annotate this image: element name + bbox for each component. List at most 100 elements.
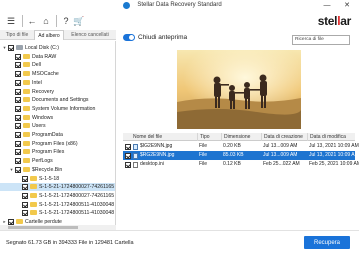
col-size[interactable]: Dimensione: [221, 133, 261, 141]
folder-icon: [30, 192, 37, 198]
tab-file-type[interactable]: Tipo di file: [0, 30, 34, 40]
tree-item[interactable]: Program Files: [0, 148, 115, 156]
tree-item[interactable]: System Volume Information: [0, 105, 115, 113]
minimize-button[interactable]: —: [320, 0, 334, 12]
help-icon[interactable]: ?: [60, 15, 72, 27]
tab-tree-view[interactable]: Ad albero: [34, 30, 64, 40]
back-icon[interactable]: ←: [26, 15, 38, 27]
file-name: desktop.ini: [140, 161, 164, 167]
collapse-arrow-icon[interactable]: ▾: [9, 166, 14, 174]
tree-item-checkbox[interactable]: [22, 210, 28, 217]
file-search-input[interactable]: Ricerca di file: [292, 35, 350, 45]
collapse-arrow-icon[interactable]: ▾: [2, 44, 7, 52]
col-created[interactable]: Data di creazione: [261, 133, 307, 141]
file-row-checkbox[interactable]: [125, 152, 131, 159]
cart-icon[interactable]: 🛒: [73, 15, 85, 27]
tree-item-checkbox[interactable]: [8, 45, 14, 51]
col-type[interactable]: Tipo: [197, 133, 221, 141]
file-name: $RG2E9NN.jpg: [140, 152, 175, 158]
toolbar-divider: [56, 15, 57, 27]
tree-item[interactable]: S-1-5-21-1724800027-74261165: [0, 192, 115, 200]
file-row-checkbox[interactable]: [125, 143, 131, 150]
preview-toggle[interactable]: [123, 34, 135, 41]
tree-item[interactable]: S-1-5-21-1724800027-74261165: [0, 183, 115, 192]
folder-icon: [30, 175, 37, 181]
tree-item[interactable]: Documents and Settings: [0, 96, 115, 104]
file-size: 0.12 KB: [223, 161, 241, 167]
folder-icon: [23, 132, 30, 137]
stellar-logo: stellar: [317, 14, 352, 28]
tree-item-checkbox[interactable]: [15, 149, 21, 156]
folder-icon: [30, 184, 37, 190]
tree-item-checkbox[interactable]: [15, 123, 21, 130]
tree-item[interactable]: Intel: [0, 79, 115, 87]
file-row[interactable]: desktop.ini File 0.12 KB Feb 25...022 AM Feb…: [123, 160, 359, 169]
tree-item[interactable]: PerfLogs: [0, 157, 115, 165]
tree-item-checkbox[interactable]: [22, 192, 28, 199]
tree-item[interactable]: ▾ Local Disk (C:): [0, 44, 115, 52]
toolbar: ☰ ← ⌂ ? 🛒 stellar: [0, 12, 359, 30]
tree-item-checkbox[interactable]: [15, 158, 21, 165]
folder-icon: [23, 88, 30, 94]
drive-icon: [16, 45, 23, 50]
menu-icon[interactable]: ☰: [5, 15, 17, 27]
tree-item[interactable]: Data RAW: [0, 53, 115, 61]
tree-item[interactable]: S-1-5-21-1724800511-41030048: [0, 209, 115, 217]
tree-item-label: Users: [32, 123, 46, 130]
tree-item-label: Dell: [32, 62, 41, 69]
tree-item-label: Documents and Settings: [32, 97, 89, 104]
image-file-icon: [133, 144, 138, 150]
tree-item-checkbox[interactable]: [22, 201, 28, 208]
status-text: Segnato 61.73 GB in 394333 File in 12948…: [6, 240, 134, 246]
close-button[interactable]: ✕: [340, 0, 354, 12]
tree-item-checkbox[interactable]: [15, 166, 21, 173]
folder-icon: [30, 201, 37, 207]
preview-photo: [177, 50, 301, 129]
tree-item-checkbox[interactable]: [15, 53, 21, 60]
tree-item-checkbox[interactable]: [15, 71, 21, 78]
folder-icon: [23, 166, 30, 172]
tree-item[interactable]: Users: [0, 122, 115, 130]
scrollbar-thumb[interactable]: [8, 226, 78, 229]
folder-icon: [30, 210, 37, 216]
tree-item-checkbox[interactable]: [15, 114, 21, 121]
tree-item[interactable]: Dell: [0, 61, 115, 69]
tree-item-label: Cartelle perdute: [25, 219, 62, 225]
file-size: 85.03 KB: [223, 152, 244, 158]
col-modified[interactable]: Data di modifica: [307, 133, 355, 141]
folder-icon: [16, 219, 23, 224]
tree-item-label: S-1-5-21-1724800027-74261165: [39, 184, 115, 191]
tree-item-checkbox[interactable]: [15, 105, 21, 112]
file-created: Jul 13...009 AM: [263, 152, 298, 158]
tree-item[interactable]: ▸ Cartelle perdute: [0, 218, 115, 225]
folder-icon: [23, 114, 30, 120]
tree-item-checkbox[interactable]: [15, 97, 21, 104]
tree-item[interactable]: S-1-5-21-1724800511-41030048: [0, 201, 115, 209]
tree-item[interactable]: ▾ $Recycle.Bin: [0, 166, 115, 174]
file-row-checkbox[interactable]: [125, 161, 131, 168]
file-row[interactable]: $RG2E9NN.jpg File 85.03 KB Jul 13...009 AM J…: [123, 151, 359, 160]
tree-item-checkbox[interactable]: [15, 88, 21, 95]
tab-deleted-list[interactable]: Elenco cancellati: [64, 30, 116, 40]
col-name[interactable]: Nome del file: [123, 133, 197, 141]
tree-item-checkbox[interactable]: [15, 140, 21, 147]
tree-item-checkbox[interactable]: [15, 79, 21, 86]
tree-item[interactable]: Program Files (x86): [0, 140, 115, 148]
tree-item-checkbox[interactable]: [22, 175, 28, 182]
tree-item[interactable]: MSOCache: [0, 70, 115, 78]
tree-item-checkbox[interactable]: [15, 62, 21, 69]
recover-button[interactable]: Recupera: [304, 236, 350, 249]
file-row[interactable]: $IG2E9NN.jpg File 0.20 KB Jul 13...009 AM Ju…: [123, 142, 359, 151]
home-icon[interactable]: ⌂: [40, 15, 52, 27]
tree-item[interactable]: ProgramData: [0, 131, 115, 139]
folder-tree[interactable]: ▾ Local Disk (C:) Data RAW Dell MSOCache Inte…: [0, 41, 116, 225]
tree-item-checkbox[interactable]: [22, 184, 28, 191]
tree-item[interactable]: S-1-5-18: [0, 175, 115, 183]
tree-item[interactable]: Recovery: [0, 88, 115, 96]
view-tabs: Tipo di file Ad albero Elenco cancellati: [0, 30, 116, 40]
tree-item-checkbox[interactable]: [15, 132, 21, 138]
tree-item-label: S-1-5-18: [39, 175, 60, 182]
tree-item[interactable]: Windows: [0, 114, 115, 122]
tree-item-label: S-1-5-21-1724800511-41030048: [39, 210, 115, 217]
expand-arrow-icon[interactable]: ▸: [2, 218, 7, 225]
